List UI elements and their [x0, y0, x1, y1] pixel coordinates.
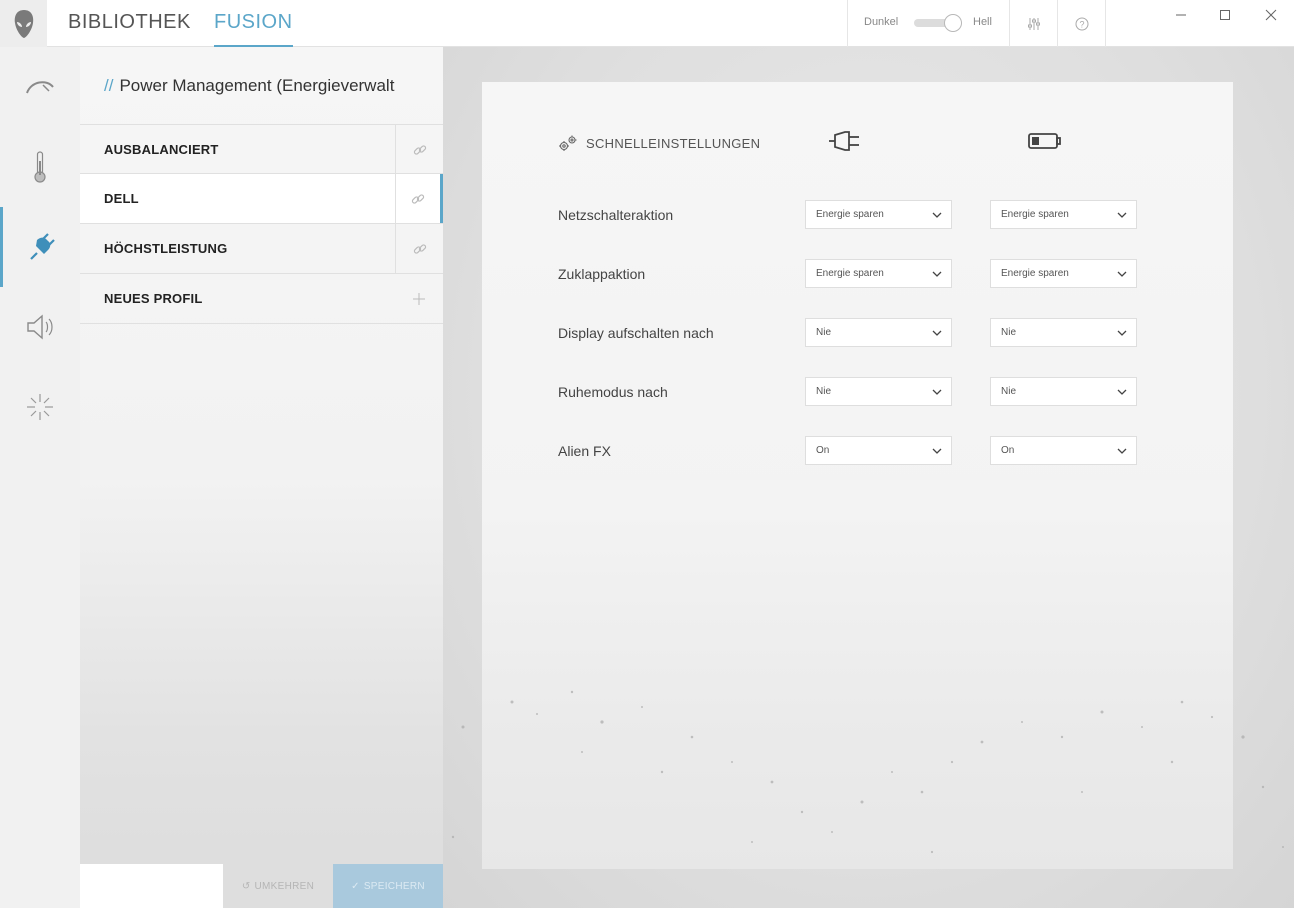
rail-item-thermal[interactable]: [0, 127, 80, 207]
action-bar-spacer: [80, 864, 223, 908]
display-off-ac-select[interactable]: Nie: [805, 318, 952, 347]
link-icon[interactable]: [395, 174, 443, 223]
rail-item-performance[interactable]: [0, 47, 80, 127]
chevron-down-icon: [932, 212, 942, 218]
chevron-down-icon: [1117, 448, 1127, 454]
quick-settings-card: SCHNELLEINSTELLUNGEN Netzschalteraktion …: [482, 82, 1233, 869]
page-title: // Power Management (Energieverwalt: [104, 76, 434, 96]
thermometer-icon: [34, 151, 46, 183]
rail-item-power[interactable]: [0, 207, 80, 287]
profile-item-dell[interactable]: DELL: [80, 174, 443, 224]
dropdown-value: Nie: [816, 386, 832, 397]
svg-text:?: ?: [1079, 19, 1084, 29]
battery-icon: [1025, 127, 1065, 155]
dropdown-value: Energie sparen: [1001, 209, 1069, 220]
link-icon[interactable]: [395, 224, 443, 273]
main-area: SCHNELLEINSTELLUNGEN Netzschalteraktion …: [443, 47, 1294, 908]
minimize-icon[interactable]: [1169, 4, 1193, 26]
dropdown-value: Energie sparen: [816, 268, 884, 279]
chevron-down-icon: [1117, 330, 1127, 336]
alienfx-dc-select[interactable]: On: [990, 436, 1137, 465]
profile-name: NEUES PROFIL: [104, 291, 203, 306]
check-icon: ✓: [351, 880, 360, 892]
lid-close-dc-select[interactable]: Energie sparen: [990, 259, 1137, 288]
title-text: Power Management (Energieverwalt: [119, 76, 395, 95]
chevron-down-icon: [1117, 389, 1127, 395]
chevron-down-icon: [932, 389, 942, 395]
gears-icon: [559, 135, 577, 151]
theme-switch[interactable]: [914, 14, 962, 32]
rail-item-audio[interactable]: [0, 287, 80, 367]
chevron-down-icon: [1117, 212, 1127, 218]
plugged-in-icon: [825, 127, 865, 155]
quick-settings-header: SCHNELLEINSTELLUNGEN: [558, 134, 760, 152]
save-label: SPEICHERN: [363, 880, 425, 892]
chevron-down-icon: [1117, 271, 1127, 277]
tab-bibliothek[interactable]: BIBLIOTHEK: [68, 11, 191, 47]
profile-item-hoechstleistung[interactable]: HÖCHSTLEISTUNG: [80, 224, 443, 274]
theme-switch-knob[interactable]: [944, 14, 962, 32]
left-nav-rail: [0, 47, 80, 908]
chevron-down-icon: [932, 271, 942, 277]
dropdown-value: On: [816, 445, 830, 456]
theme-toggle-group: Dunkel Hell: [847, 0, 1010, 47]
sleep-dc-select[interactable]: Nie: [990, 377, 1137, 406]
lighting-burst-icon: [27, 394, 53, 420]
undo-button[interactable]: ↺ UMKEHREN: [223, 864, 333, 908]
profile-name: AUSBALANCIERT: [104, 142, 219, 157]
setting-label-power-button: Netzschalteraktion: [558, 207, 674, 223]
link-icon[interactable]: [395, 125, 443, 174]
setting-label-lid-close: Zuklappaktion: [558, 266, 646, 282]
power-plug-icon: [29, 233, 55, 260]
power-button-dc-select[interactable]: Energie sparen: [990, 200, 1137, 229]
top-bar: BIBLIOTHEK FUSION Dunkel Hell ?: [0, 0, 1294, 47]
profile-item-new[interactable]: NEUES PROFIL: [80, 274, 443, 324]
display-off-dc-select[interactable]: Nie: [990, 318, 1137, 347]
profile-panel: // Power Management (Energieverwalt AUSBA…: [80, 47, 443, 908]
setting-label-sleep: Ruhemodus nach: [558, 384, 668, 400]
sleep-ac-select[interactable]: Nie: [805, 377, 952, 406]
profile-item-ausbalanciert[interactable]: AUSBALANCIERT: [80, 124, 443, 174]
theme-dark-label: Dunkel: [864, 16, 899, 28]
dropdown-value: Nie: [1001, 386, 1017, 397]
dropdown-value: Energie sparen: [1001, 268, 1069, 279]
alien-logo-icon[interactable]: [0, 0, 47, 47]
profile-name: HÖCHSTLEISTUNG: [104, 241, 228, 256]
dropdown-value: Energie sparen: [816, 209, 884, 220]
performance-gauge-icon: [26, 81, 54, 94]
undo-label: UMKEHREN: [254, 880, 315, 892]
profile-name: DELL: [104, 191, 139, 206]
power-button-ac-select[interactable]: Energie sparen: [805, 200, 952, 229]
setting-label-display-off: Display aufschalten nach: [558, 325, 714, 341]
plus-icon[interactable]: [395, 274, 443, 323]
profile-action-bar: ↺ UMKEHREN ✓ SPEICHERN: [80, 864, 443, 908]
dropdown-value: Nie: [1001, 327, 1017, 338]
title-prefix: //: [104, 76, 114, 95]
theme-light-label: Hell: [973, 16, 992, 28]
help-icon[interactable]: ?: [1058, 0, 1106, 47]
quick-settings-title: SCHNELLEINSTELLUNGEN: [586, 135, 761, 151]
tab-fusion[interactable]: FUSION: [214, 11, 293, 47]
rail-item-lighting[interactable]: [0, 367, 80, 447]
sliders-icon[interactable]: [1010, 0, 1058, 47]
dropdown-value: On: [1001, 445, 1015, 456]
card-particles: [510, 690, 1214, 854]
undo-icon: ↺: [241, 880, 251, 892]
lid-close-ac-select[interactable]: Energie sparen: [805, 259, 952, 288]
close-icon[interactable]: [1259, 4, 1283, 26]
save-button[interactable]: ✓ SPEICHERN: [333, 864, 443, 908]
speaker-icon: [27, 314, 53, 340]
chevron-down-icon: [932, 330, 942, 336]
chevron-down-icon: [932, 448, 942, 454]
setting-label-alienfx: Alien FX: [558, 443, 611, 459]
maximize-icon[interactable]: [1213, 4, 1237, 26]
dropdown-value: Nie: [816, 327, 832, 338]
alienfx-ac-select[interactable]: On: [805, 436, 952, 465]
